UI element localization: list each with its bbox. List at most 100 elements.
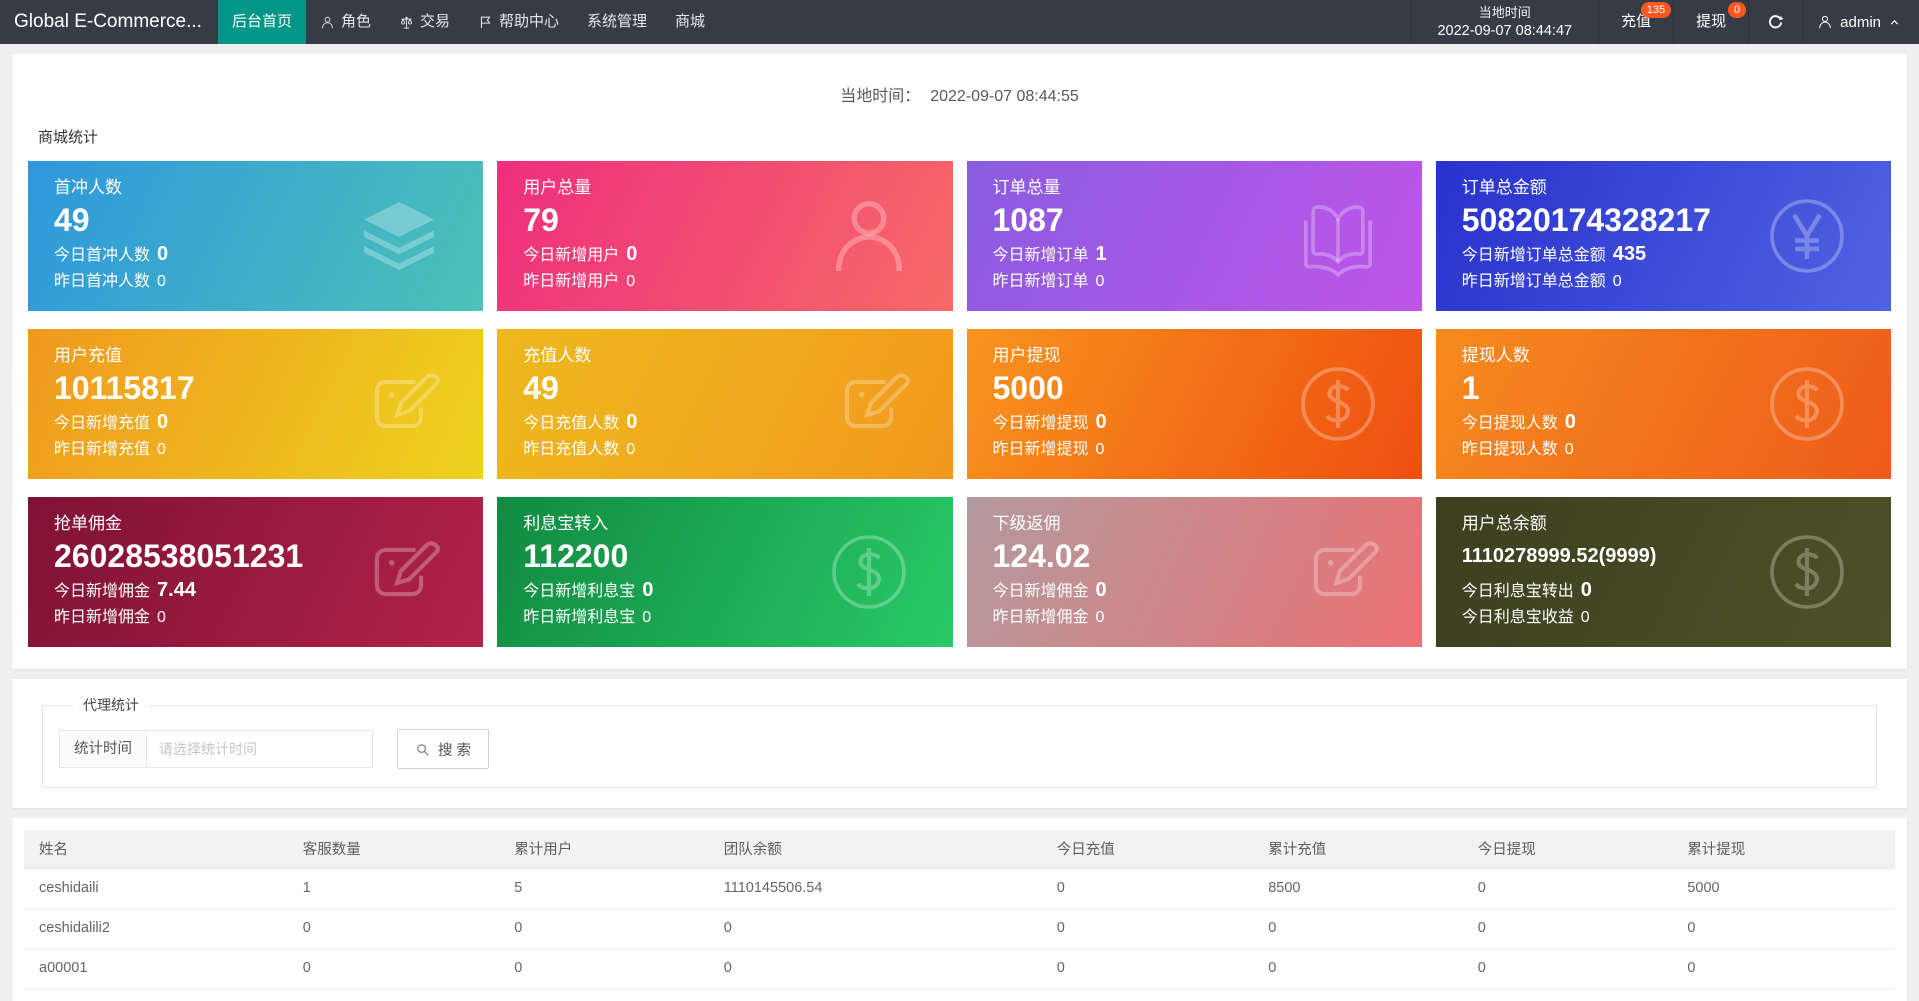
table-header-cell: 团队余额 [708,830,1042,869]
table-cell-name: ceshidaili [24,868,288,909]
stat-cards-grid: 首冲人数 49 今日首冲人数 0 昨日首冲人数 0 用户总量 79 今日新增用户 0 … [12,149,1907,669]
stat-card-title: 提现人数 [1461,346,1530,365]
stat-card-line3-label: 昨日新增利息宝 [523,609,636,626]
nav-item[interactable]: 商城 [661,0,719,44]
nav-item[interactable]: 帮助中心 [464,0,573,44]
stat-card-line2-value: 1 [1095,243,1107,265]
table-cell: 0 [1462,868,1673,909]
stat-card-line3-label: 昨日新增用户 [523,273,620,290]
stat-card-line2-value: 0 [157,243,169,265]
stat-card-line3: 昨日新增佣金 0 [54,605,457,631]
nav-item-label: 交易 [419,13,450,30]
admin-username: admin [1840,13,1881,31]
stat-card-value: 1 [1461,370,1480,406]
stat-card-line2: 今日新增提现 0 [993,409,1396,437]
agent-search-form: 统计时间 搜 索 [59,729,1860,769]
withdraw-label: 提现 [1696,13,1727,30]
stat-card-line2: 今日充值人数 0 [523,409,926,437]
stat-card-title: 用户总余额 [1461,514,1547,533]
stat-card: 用户总余额 1110278999.52(9999) 今日利息宝转出 0 今日利息宝… [1435,497,1891,647]
stat-card-line3-label: 昨日新增佣金 [992,609,1089,626]
stat-card-line3-value: 0 [626,441,636,458]
table-row: ceshidaili 1 5 1110145506.54 0 8500 0 50… [24,868,1895,909]
table-cell: 0 [708,908,1042,949]
recharge-button[interactable]: 充值 135 [1598,0,1673,44]
stat-card-line3-value: 0 [642,609,652,626]
table-cell: 5 [499,868,709,909]
table-cell: 0 [1462,948,1673,989]
stat-time-label: 统计时间 [59,730,147,768]
agent-stats-panel: 代理统计 统计时间 搜 索 [12,679,1907,808]
agent-stats-fieldset: 代理统计 统计时间 搜 索 [42,695,1877,788]
nav-item[interactable]: 交易 [385,0,464,44]
stat-card-line3: 昨日首冲人数 0 [54,269,457,295]
brand-title: Global E-Commerce... [14,11,202,32]
stat-card-line2-label: 今日充值人数 [523,415,620,432]
stat-card-line3-value: 0 [1095,273,1105,290]
stat-card-line3-value: 0 [1612,273,1622,290]
nav-item[interactable]: 系统管理 [573,0,661,44]
stat-card-line3-label: 昨日新增订单总金额 [1461,273,1606,290]
stat-card-value: 79 [523,202,559,238]
table-row: a00001 0 0 0 0 0 0 0 [24,948,1895,989]
table-cell: 0 [499,908,709,949]
stat-card-line2: 今日利息宝转出 0 [1462,577,1865,605]
stat-card-line3-value: 0 [626,273,636,290]
stat-card-line3: 昨日新增充值 0 [54,437,457,463]
stat-card-title: 用户充值 [54,346,122,365]
stat-card: 订单总金额 50820174328217 今日新增订单总金额 435 昨日新增订单… [1435,161,1891,311]
table-cell: 0 [1672,908,1895,949]
admin-menu[interactable]: admin [1802,0,1919,44]
stat-card-line2-value: 7.44 [157,579,196,601]
person-icon [320,15,335,30]
table-cell: 0 [287,908,500,949]
stat-card-title: 利息宝转入 [523,514,609,533]
stat-card-line3-value: 0 [1095,609,1105,626]
stat-card: 用户充值 10115817 今日新增充值 0 昨日新增充值 0 [28,329,484,479]
stat-card-line3: 昨日充值人数 0 [523,437,926,463]
table-header-cell: 累计提现 [1672,830,1895,869]
stat-card: 首冲人数 49 今日首冲人数 0 昨日首冲人数 0 [28,161,484,311]
stat-card-line2-label: 今日新增利息宝 [523,583,636,600]
search-icon [415,742,430,757]
refresh-icon [1767,14,1784,31]
stat-card-line2-label: 今日首冲人数 [54,247,151,264]
local-time-label: 当地时间 [1478,5,1531,20]
stat-card-line2-label: 今日新增充值 [54,415,151,432]
stat-card-value: 50820174328217 [1461,202,1711,238]
stat-card: 订单总量 1087 今日新增订单 1 昨日新增订单 0 [966,161,1422,311]
agent-stats-legend: 代理统计 [83,697,139,713]
local-time-value: 2022-09-07 08:44:47 [1437,23,1573,39]
stat-card: 用户总量 79 今日新增用户 0 昨日新增用户 0 [497,161,953,311]
refresh-button[interactable] [1748,0,1802,44]
nav-item[interactable]: 后台首页 [217,0,306,44]
stat-card-line2: 今日新增订单 1 [993,241,1396,269]
stat-card-line2: 今日新增佣金 0 [993,577,1396,605]
stat-card-line3-label: 昨日新增充值 [54,441,151,458]
stat-card: 下级返佣 124.02 今日新增佣金 0 昨日新增佣金 0 [966,497,1422,647]
stat-card-line3-value: 0 [157,273,166,290]
nav-item[interactable]: 角色 [306,0,385,44]
section-title-mall-stats: 商城统计 [38,129,99,146]
agent-table-panel: 姓名 客服数量 累计用户 团队余额 今日充值 累计充值 今日提现 累计提现 ce… [12,818,1907,1001]
nav-item-label: 帮助中心 [499,13,560,30]
stat-card-title: 充值人数 [523,346,592,365]
stat-time-input[interactable] [147,730,373,768]
stat-card-line3-value: 0 [1564,441,1574,458]
stat-card-line2-value: 435 [1612,243,1647,265]
table-cell: 8500 [1253,868,1463,909]
table-cell: 0 [1462,908,1673,949]
stat-card-line2-label: 今日新增用户 [523,247,620,264]
search-button[interactable]: 搜 索 [397,729,490,769]
stat-card-line3-label: 昨日新增订单 [992,273,1089,290]
stat-card-line2-label: 今日新增提现 [992,415,1089,432]
table-cell: 0 [1672,948,1895,989]
stat-card-value: 1087 [992,202,1064,238]
stat-card: 提现人数 1 今日提现人数 0 昨日提现人数 0 [1435,329,1891,479]
search-button-label: 搜 索 [438,742,472,759]
withdraw-button[interactable]: 提现 0 [1673,0,1748,44]
panel-time-value: 2022-09-07 08:44:55 [930,88,1079,105]
nav-item-label: 系统管理 [587,13,648,30]
stat-card-title: 下级返佣 [992,514,1061,533]
stats-overview-panel: 当地时间： 2022-09-07 08:44:55 商城统计 首冲人数 49 今日… [12,54,1907,669]
